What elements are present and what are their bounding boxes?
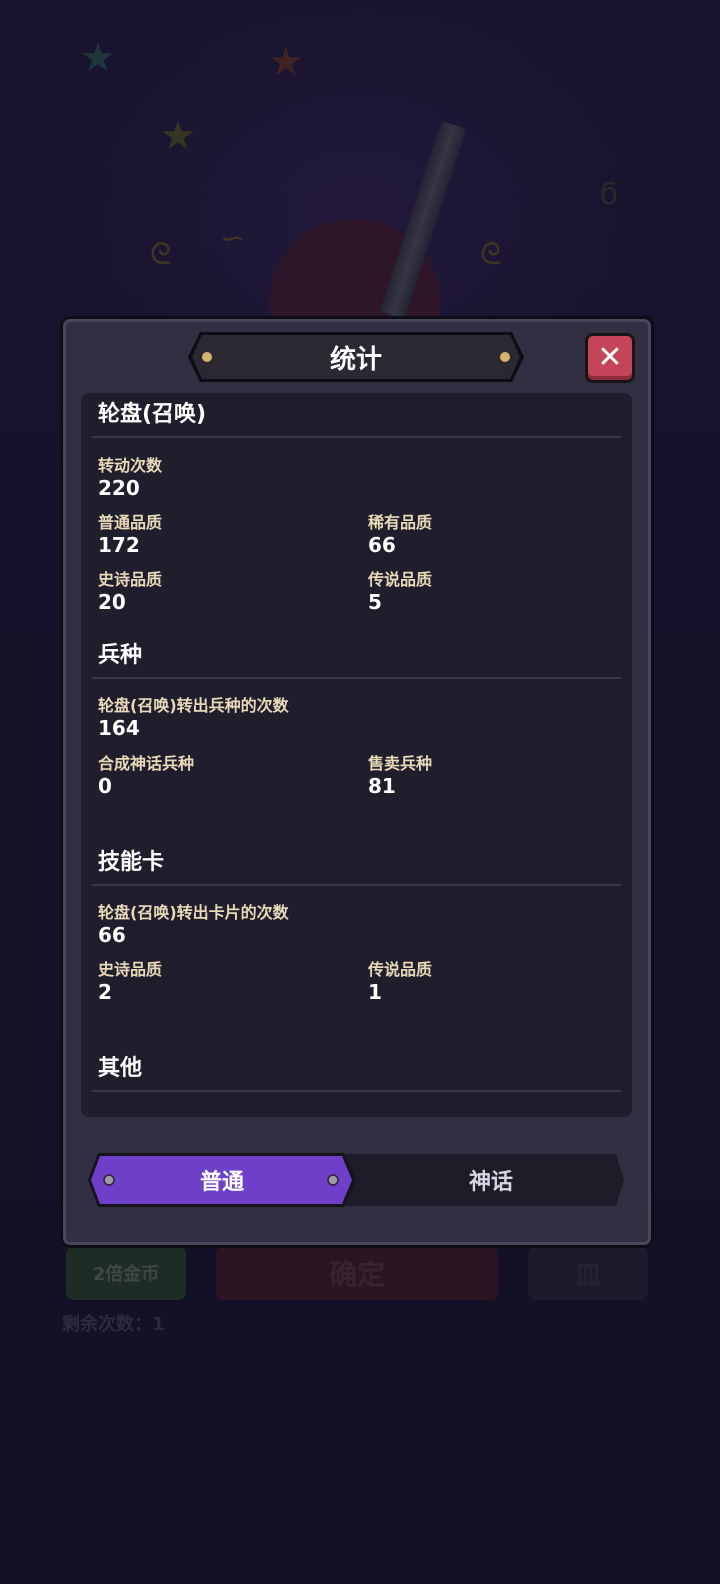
stat-label-normal: 普通品质: [98, 513, 163, 532]
section-title-units: 兵种: [98, 643, 143, 668]
stat-value-units-rolled: 164: [98, 716, 140, 740]
stat-label-epic: 史诗品质: [98, 570, 163, 589]
section-divider: [92, 1090, 621, 1092]
section-divider: [92, 436, 621, 438]
stat-value-cards-rolled: 66: [98, 923, 126, 947]
stat-value-sold-units: 81: [368, 774, 396, 798]
stat-value-legend: 5: [368, 590, 382, 614]
stat-value-epic: 20: [98, 590, 126, 614]
stat-label-legend: 传说品质: [368, 570, 433, 589]
stat-label-spins: 转动次数: [98, 456, 163, 475]
stat-value-card-legend: 1: [368, 980, 382, 1004]
title-plate: 统计: [186, 330, 526, 384]
modal-title: 统计: [329, 344, 382, 375]
tab-myth[interactable]: 神话: [356, 1152, 626, 1208]
stat-label-cards-rolled: 轮盘(召唤)转出卡片的次数: [98, 903, 289, 922]
stat-value-spins: 220: [98, 476, 140, 500]
stat-value-card-epic: 2: [98, 980, 112, 1004]
close-button[interactable]: ✕: [585, 333, 635, 383]
stat-label-sold-units: 售卖兵种: [368, 754, 433, 773]
section-title-other: 其他: [98, 1056, 143, 1081]
stat-label-card-epic: 史诗品质: [98, 960, 163, 979]
stat-label-myth-units: 合成神话兵种: [98, 754, 195, 773]
section-title-skills: 技能卡: [98, 850, 165, 875]
stat-value-myth-units: 0: [98, 774, 112, 798]
mode-tabs: 普通 神话: [88, 1152, 628, 1208]
stat-value-rare: 66: [368, 533, 396, 557]
close-icon: ✕: [597, 340, 623, 375]
section-divider: [92, 677, 621, 679]
stat-label-rare: 稀有品质: [368, 513, 433, 532]
section-divider: [92, 884, 621, 886]
stat-label-units-rolled: 轮盘(召唤)转出兵种的次数: [98, 696, 289, 715]
section-title-wheel: 轮盘(召唤): [98, 402, 207, 427]
stat-label-card-legend: 传说品质: [368, 960, 433, 979]
stat-value-normal: 172: [98, 533, 140, 557]
tab-normal[interactable]: 普通: [88, 1152, 356, 1208]
